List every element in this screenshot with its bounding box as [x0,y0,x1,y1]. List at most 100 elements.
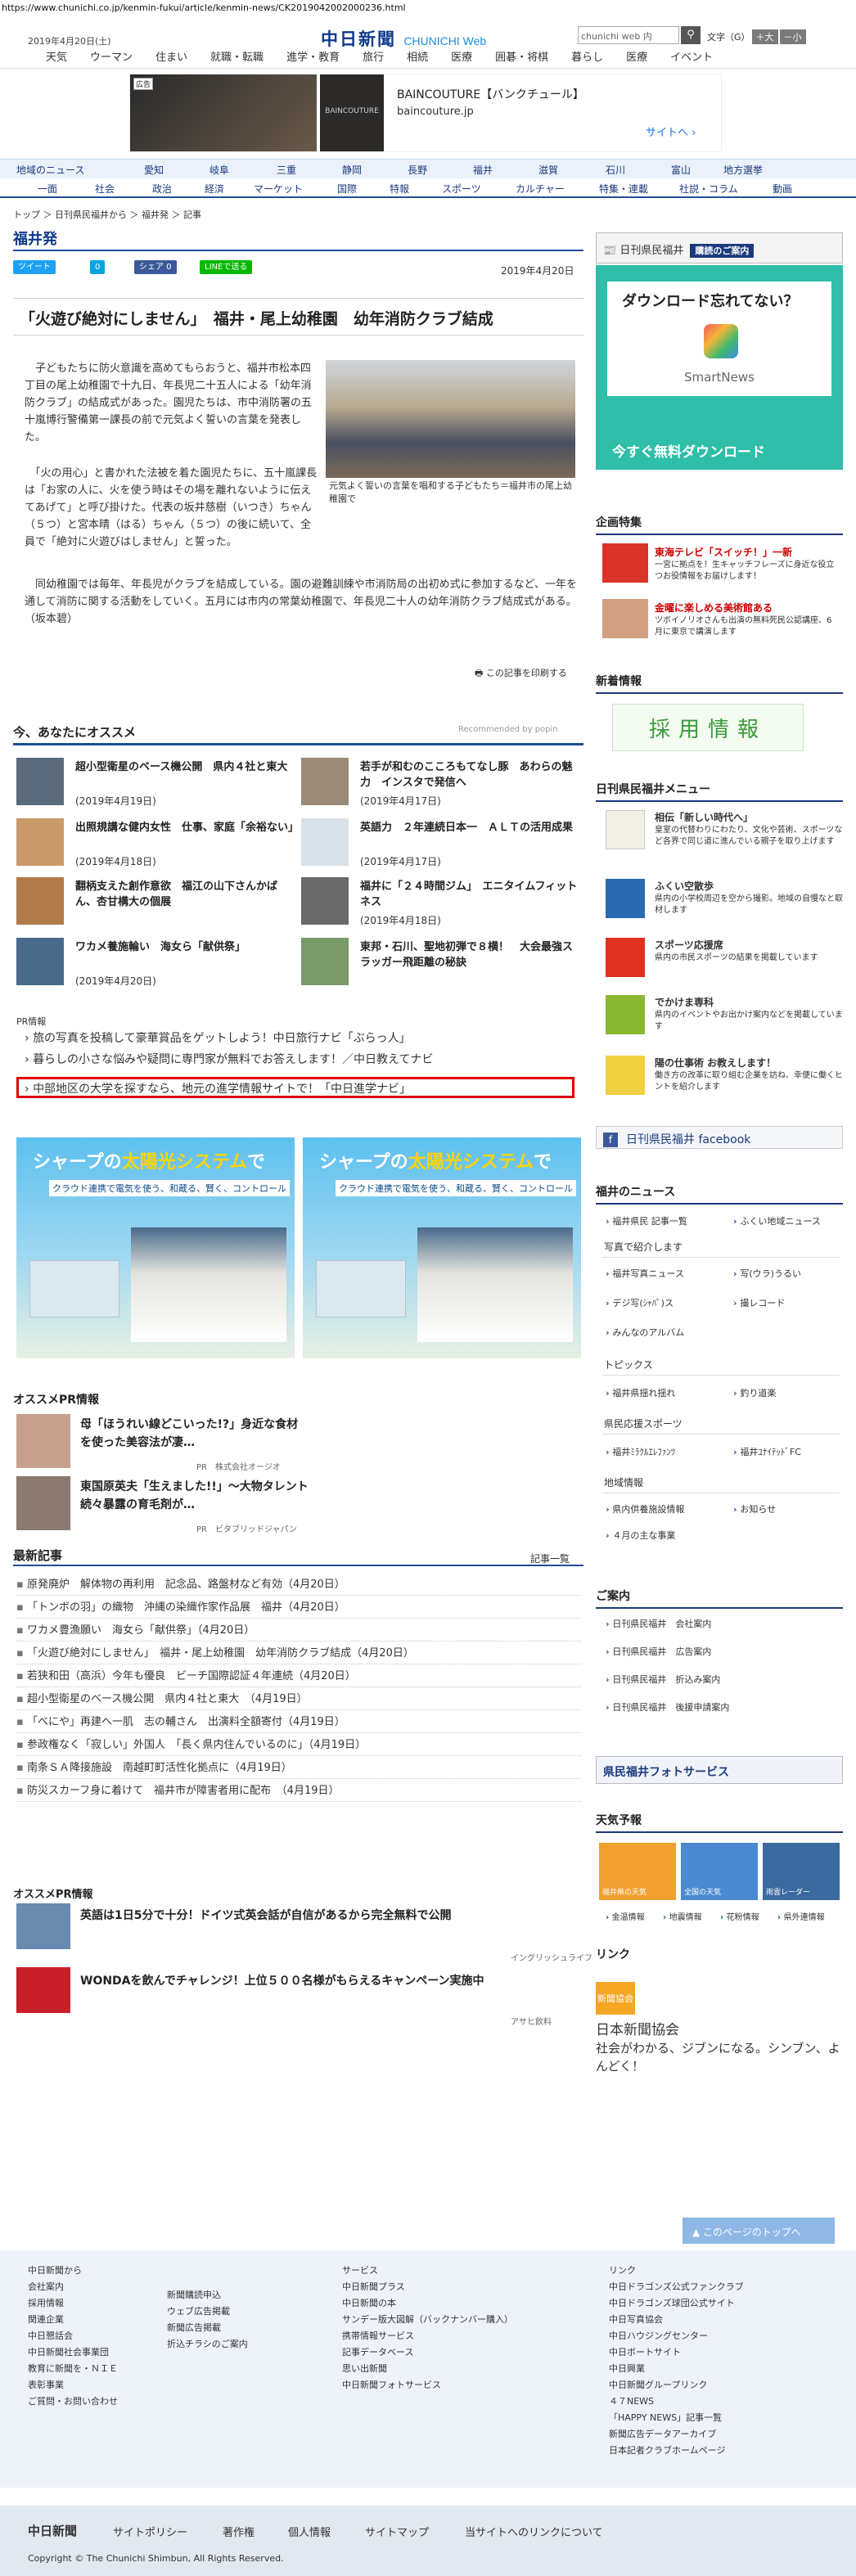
gnav-item[interactable]: 旅行 [363,49,384,68]
footer-link[interactable]: 新聞広告掲載 [167,2321,221,2334]
footer-link[interactable]: 中日新聞グループリンク [609,2378,707,2391]
pr-link[interactable]: › 暮らしの小さな悩みや疑問に専門家が無料でお答えします！／中日教えてナビ [25,1051,433,1067]
latest-more-link[interactable]: 記事一覧 [530,1551,570,1565]
category-nav-item[interactable]: 社説・コラム [679,182,738,196]
weather-link[interactable]: 金温情報 [606,1910,645,1922]
side-link[interactable]: 日刊県民福井 後援申請案内 [606,1700,729,1714]
footer-link[interactable]: 中日ドラゴンズ公式ファンクラブ [609,2280,744,2293]
recommend-item[interactable]: 出照規講な健内女性 仕事、家庭「余裕ない」 (2019年4月18日) [16,818,299,867]
side-link[interactable]: ４月の主な事業 [606,1529,675,1542]
news-item[interactable]: 南条ＳＡ降接施設 南越町町活性化拠点に（4月19日） [16,1759,581,1779]
footer-link[interactable]: 採用情報 [28,2296,64,2309]
ad-site-link[interactable]: サイトへ › [646,124,696,139]
recommend-item[interactable]: 東邦・石川、聖地初弾で８横！ 大会最強スラッガー飛距離の秘訣 [301,938,579,985]
rain-radar-button[interactable]: 雨雲レーダー [763,1843,840,1900]
footer-link[interactable]: 会社案内 [28,2280,64,2293]
hatena-button[interactable]: 0 [90,260,106,274]
category-nav-item[interactable]: 特集・連載 [599,182,648,196]
side-link[interactable]: デジ写(ｼｬﾊﾟ)ス [606,1296,674,1309]
gnav-item[interactable]: ウーマン [90,49,133,68]
gnav-item[interactable]: 囲碁・将棋 [495,49,548,68]
footer-link[interactable]: 中日新聞の本 [342,2296,396,2309]
breadcrumb[interactable]: トップ ＞ 日刊県民福井から ＞ 福井発 ＞ 記事 [13,208,201,221]
weather-link[interactable]: 県外連情報 [777,1910,825,1922]
footer-nav-link[interactable]: サイトポリシー [113,2524,187,2539]
line-share-button[interactable]: LINEで送る [200,260,253,274]
smartnews-download-button[interactable]: 今すぐ無料ダウンロード [612,440,765,461]
footer-link[interactable]: 日本記者クラブホームページ [609,2443,725,2457]
news-item[interactable]: 原発廃炉 解体物の再利用 記念品、路盤材など有効（4月20日） [16,1576,581,1596]
footer-link[interactable]: 中日新聞プラス [342,2280,405,2293]
top-ad-banner[interactable]: 広告 BAINCOUTURE BAINCOUTURE【バンクチュール】 bain… [129,74,722,152]
category-nav-item[interactable]: 一面 [38,182,57,196]
category-nav-item[interactable]: カルチャー [516,182,565,196]
weather-national-button[interactable]: 全国の天気 [681,1843,758,1900]
ad-title[interactable]: BAINCOUTURE【バンクチュール】 [397,86,584,102]
footer-link[interactable]: ウェブ広告掲載 [167,2304,230,2317]
kikaku-item[interactable]: 東海テレビ「スイッチ！」一新 一宮に拠点を！生キャッチフレーズに身近な役立つお役情… [602,543,840,589]
news-item[interactable]: 参政権なく「寂しい」外国人 「長く県内住んでいるのに」（4月19日） [16,1736,581,1756]
footer-nav-link[interactable]: 当サイトへのリンクについて [465,2524,603,2539]
side-link[interactable]: 福井県揺れ揺れ [606,1386,675,1399]
side-link[interactable]: 県内供養施設情報 [606,1502,684,1515]
search-icon[interactable]: ⚲ [681,26,701,44]
menu-item[interactable]: スポーツ応援席 県内の市民スポーツの結果を掲載しています [606,938,843,987]
news-item[interactable]: 超小型衛星のベース機公開 県内４社と東大 （4月19日） [16,1691,581,1710]
news-item[interactable]: 「べにや」再建へ一肌 志の輔さん 出演料全額寄付（4月19日） [16,1714,581,1733]
region-nav-item[interactable]: 地方選挙 [723,163,763,177]
side-link[interactable]: 日刊県民福井 会社案内 [606,1617,711,1630]
footer-link[interactable]: 「HAPPY NEWS」記事一覧 [609,2411,722,2424]
category-nav-item[interactable]: 政治 [152,182,172,196]
news-item[interactable]: ワカメ豊漁願い 海女ら「献供祭」（4月20日） [16,1622,581,1642]
gnav-item[interactable]: 医療 [626,49,647,68]
jnpa-name[interactable]: 日本新聞協会 [596,2018,679,2038]
gnav-item[interactable]: 就職・転職 [210,49,264,68]
side-link[interactable]: 写(ウラ)うるい [733,1267,801,1280]
side-link[interactable]: 福井写真ニュース [606,1267,683,1280]
category-nav-item[interactable]: 動画 [773,182,792,196]
region-nav-item[interactable]: 愛知 [144,163,164,177]
footer-link[interactable]: 表彰事業 [28,2378,64,2391]
category-nav-item[interactable]: 特報 [390,182,409,196]
side-link[interactable]: 撮レコード [733,1296,785,1309]
sharp-ad[interactable]: シャープの太陽光システムで クラウド連携で電気を使う、和蔵る、賢く、コントロール [303,1137,581,1358]
news-item[interactable]: 防災スカーフ身に着けて 福井市が障害者用に配布 （4月19日） [16,1782,581,1802]
region-nav-item[interactable]: 福井 [473,163,493,177]
region-nav-item[interactable]: 岐阜 [209,163,229,177]
footer-link[interactable]: 折込チラシのご案内 [167,2337,248,2350]
footer-link[interactable]: 中日写真協会 [609,2313,663,2326]
footer-link[interactable]: 中日興業 [609,2362,645,2375]
footer-link[interactable]: 中日ドラゴンズ球団公式サイト [609,2296,735,2309]
facebook-share-button[interactable]: シェア 0 [134,260,177,274]
menu-item[interactable]: 相伝「新しい時代へ」 皇室の代替わりにわたり、文化や芸術、スポーツなど各界で同じ道… [606,810,843,859]
sharp-ad[interactable]: シャープの太陽光システムで クラウド連携で電気を使う、和蔵る、賢く、コントロール [16,1137,295,1358]
menu-item[interactable]: 陽の仕事術 お教えします！ 働き方の改革に取り組む企業を訪ね、幸便に働くヒントを紹… [606,1056,843,1105]
kikaku-item[interactable]: 金曜に楽しめる美術館ある ツボイノリオさんも出演の無料死民公認講座、6月に東京で講… [602,599,840,645]
weather-link[interactable]: 地震情報 [663,1910,702,1922]
footer-nav-link[interactable]: 個人情報 [288,2524,331,2539]
article-photo[interactable] [326,360,575,478]
pr-link[interactable]: › 旅の写真を投稿して豪華賞品をゲットしよう！中日旅行ナビ「ぶらっ人」 [25,1029,411,1046]
side-link[interactable]: 日刊県民福井 折込み案内 [606,1673,720,1686]
footer-link[interactable]: 思い出新聞 [342,2362,387,2375]
side-link[interactable]: 釣り道楽 [733,1386,776,1399]
footer-link[interactable]: 関連企業 [28,2313,64,2326]
category-nav-item[interactable]: スポーツ [442,182,481,196]
side-link[interactable]: 福井ﾐﾗｸﾙｴﾚﾌｧﾝﾂ [606,1445,675,1458]
category-nav-item[interactable]: 社会 [95,182,115,196]
region-nav-item[interactable]: 三重 [277,163,296,177]
footer-logo[interactable]: 中日新聞 [28,2522,77,2539]
region-nav-item[interactable]: 石川 [606,163,625,177]
news-item[interactable]: 「火遊び絶対にしません」 福井・尾上幼稚園 幼年消防クラブ結成（4月20日） [16,1645,581,1664]
photo-service-banner[interactable]: 県民福井フォトサービス [596,1756,843,1784]
smartnews-ad[interactable]: ダウンロード忘れてない？ SmartNews 今すぐ無料ダウンロード [596,265,843,470]
footer-link[interactable]: 記事データベース [342,2345,413,2358]
region-nav-item[interactable]: 滋賀 [538,163,558,177]
footer-nav-link[interactable]: 著作権 [223,2524,255,2539]
text-size-plus-button[interactable]: ＋大 [751,29,778,44]
footer-link[interactable]: 中日ハウジングセンター [609,2329,708,2342]
footer-link[interactable]: 中日新聞社会事業団 [28,2345,109,2358]
footer-link[interactable]: ご質問・お問い合わせ [28,2394,118,2407]
gnav-item[interactable]: 天気 [46,49,67,68]
site-logo[interactable]: 中日新聞 CHUNICHI Web [321,26,486,51]
